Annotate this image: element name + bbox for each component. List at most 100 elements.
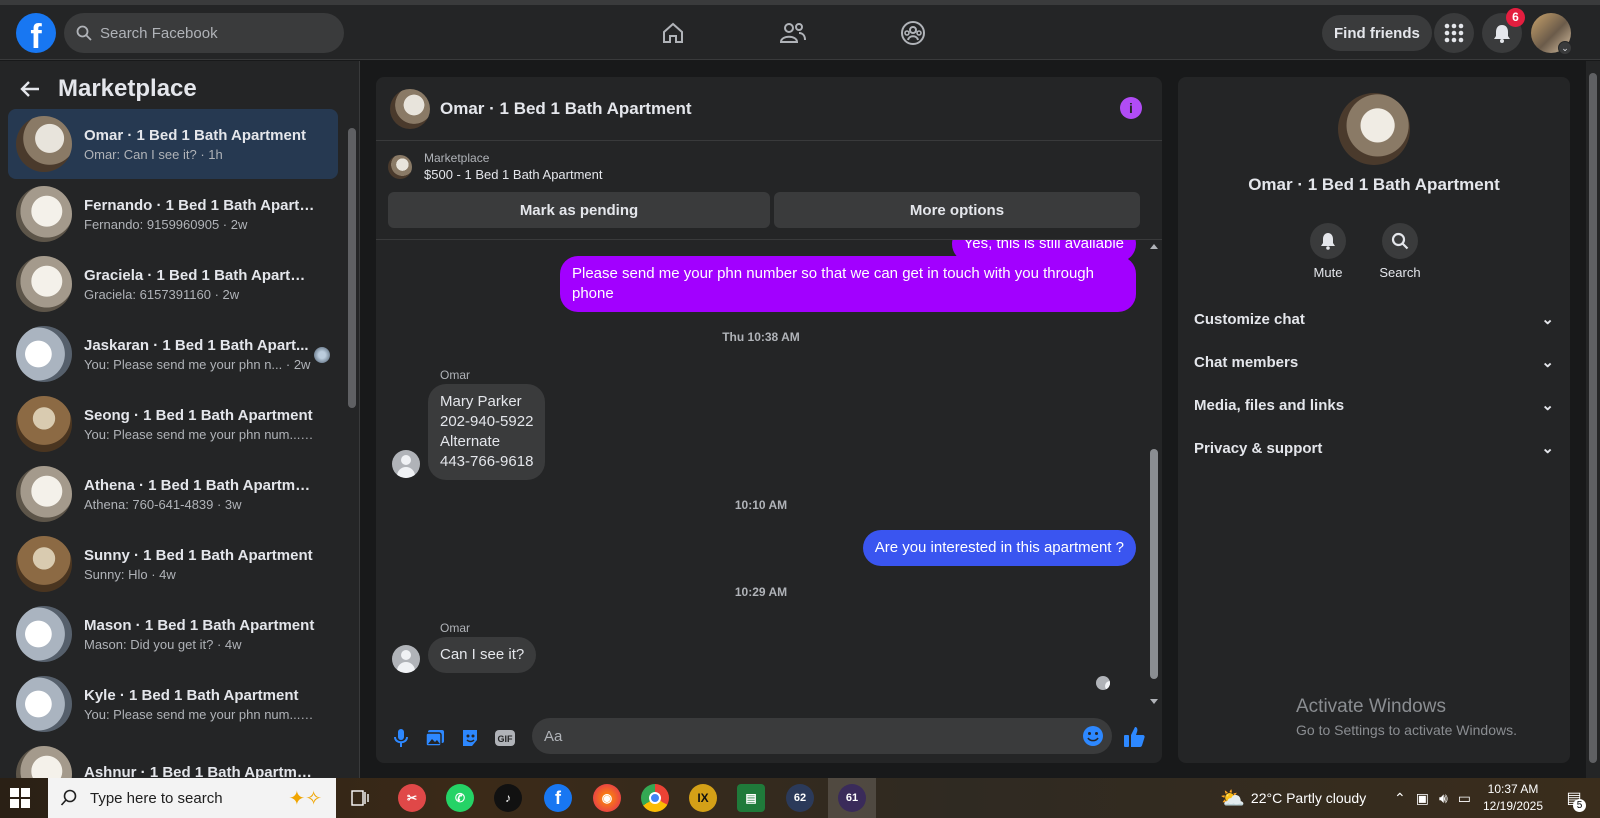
menu-grid-icon[interactable] — [1434, 13, 1474, 53]
message-line: 202-940-5922 — [440, 413, 534, 430]
search-icon — [76, 25, 92, 41]
conversation-preview: Fernando: 9159960905 · 2w — [84, 216, 248, 232]
conversation-item[interactable]: Athena · 1 Bed 1 Bath Apartment Athena: 7… — [8, 459, 338, 529]
scroll-down-arrow-icon[interactable] — [1148, 697, 1160, 707]
conversation-item[interactable]: Jaskaran · 1 Bed 1 Bath Apart... You: Ple… — [8, 319, 338, 389]
photo-icon[interactable] — [424, 727, 446, 749]
marketplace-label: Marketplace — [424, 151, 490, 165]
conversation-item[interactable]: Kyle · 1 Bed 1 Bath Apartment You: Please… — [8, 669, 338, 739]
timestamp: 10:29 AM — [734, 585, 788, 599]
app-ix-icon[interactable]: IX — [689, 784, 717, 812]
scrollbar-thumb[interactable] — [1589, 73, 1597, 763]
taskbar-search-input[interactable]: Type here to search ✦✧ — [48, 778, 336, 818]
page-scrollbar[interactable] — [1586, 61, 1600, 778]
sender-name: Omar — [440, 621, 470, 635]
system-clock[interactable]: 10:37 AM 12/19/2025 — [1478, 781, 1548, 815]
firefox-icon[interactable]: ◉ — [593, 784, 621, 812]
privacy-support-section[interactable]: Privacy & support ⌄ — [1194, 428, 1554, 468]
whatsapp-icon[interactable]: ✆ — [446, 784, 474, 812]
spreadsheet-app-icon[interactable]: ▤ — [737, 784, 765, 812]
windows-taskbar: Type here to search ✦✧ ✂ ✆ ♪ f ◉ IX ▤ 62… — [0, 778, 1600, 818]
outgoing-message[interactable]: Please send me your phn number so that w… — [560, 256, 1136, 312]
scroll-up-arrow-icon[interactable] — [1148, 241, 1160, 251]
app-badge-61-icon[interactable]: 61 — [838, 784, 866, 812]
message-line: Mary Parker — [440, 393, 522, 410]
outgoing-message[interactable]: Are you interested in this apartment ? — [862, 530, 1136, 566]
conversation-item[interactable]: Fernando · 1 Bed 1 Bath Apartm... Fernand… — [8, 179, 338, 249]
mute-button[interactable]: Mute — [1298, 223, 1358, 280]
sidebar-scrollbar[interactable] — [348, 60, 356, 777]
conversation-item[interactable]: Sunny · 1 Bed 1 Bath Apartment Sunny: Hlo… — [8, 529, 338, 599]
info-icon[interactable]: i — [1120, 97, 1142, 119]
sender-avatar[interactable] — [392, 645, 420, 673]
mark-pending-button[interactable]: Mark as pending — [388, 192, 770, 228]
listing-thumbnail — [16, 536, 72, 592]
incoming-message[interactable]: Mary Parker 202-940-5922 Alternate 443-7… — [428, 384, 546, 480]
message-input[interactable]: Aa — [532, 718, 1112, 754]
conversation-item[interactable]: Ashnur · 1 Bed 1 Bath Apartment — [8, 739, 338, 778]
more-options-button[interactable]: More options — [774, 192, 1140, 228]
conversation-item[interactable]: Seong · 1 Bed 1 Bath Apartment You: Pleas… — [8, 389, 338, 459]
conversation-preview: You: Please send me your phn num... · 3w — [84, 426, 316, 442]
incoming-message[interactable]: Can I see it? — [428, 637, 537, 673]
media-files-links-section[interactable]: Media, files and links ⌄ — [1194, 385, 1554, 425]
gif-icon[interactable]: GIF — [494, 727, 516, 749]
volume-icon[interactable]: 🔊︎ — [1439, 790, 1448, 807]
chat-title[interactable]: Omar · 1 Bed 1 Bath Apartment — [440, 99, 692, 119]
message-composer: GIF Aa — [376, 709, 1162, 763]
groups-icon[interactable] — [897, 17, 929, 49]
facebook-app-icon[interactable]: f — [544, 784, 572, 812]
listing-avatar[interactable] — [1338, 93, 1410, 165]
search-input[interactable]: Search Facebook — [64, 13, 344, 53]
emoji-icon[interactable] — [1082, 725, 1104, 747]
home-icon[interactable] — [657, 17, 689, 49]
sticker-icon[interactable] — [459, 727, 481, 749]
chevron-up-icon[interactable]: ⌃ — [1394, 790, 1406, 807]
conversation-name: Sunny · 1 Bed 1 Bath Apartment — [84, 546, 313, 564]
microphone-icon[interactable] — [390, 727, 412, 749]
chat-members-section[interactable]: Chat members ⌄ — [1194, 342, 1554, 382]
listing-thumbnail — [16, 396, 72, 452]
task-view-icon[interactable] — [346, 784, 374, 812]
conversation-name: Fernando · 1 Bed 1 Bath Apartm... — [84, 196, 316, 214]
conversation-name: Omar · 1 Bed 1 Bath Apartment — [84, 126, 306, 144]
tiktok-icon[interactable]: ♪ — [494, 784, 522, 812]
conversation-preview: Sunny: Hlo · 4w — [84, 566, 176, 582]
conversation-item[interactable]: Mason · 1 Bed 1 Bath Apartment Mason: Did… — [8, 599, 338, 669]
like-thumbs-up-icon[interactable] — [1122, 725, 1146, 749]
back-arrow-icon[interactable] — [20, 80, 40, 98]
conversation-name: Kyle · 1 Bed 1 Bath Apartment — [84, 686, 299, 704]
meet-now-icon[interactable]: ▣ — [1416, 790, 1429, 807]
find-friends-button[interactable]: Find friends — [1322, 15, 1432, 51]
sender-avatar[interactable] — [392, 450, 420, 478]
conversation-item[interactable]: Omar · 1 Bed 1 Bath Apartment Omar: Can I… — [8, 109, 338, 179]
chevron-down-icon: ⌄ — [1541, 354, 1554, 371]
listing-thumbnail — [16, 256, 72, 312]
chevron-down-icon[interactable]: ⌄ — [1558, 41, 1572, 55]
customize-chat-section[interactable]: Customize chat ⌄ — [1194, 299, 1554, 339]
app-badge-62-icon[interactable]: 62 — [786, 784, 814, 812]
scrollbar-thumb[interactable] — [1150, 449, 1158, 679]
chrome-icon[interactable] — [641, 784, 669, 812]
conversation-item[interactable]: Graciela · 1 Bed 1 Bath Apartment Graciel… — [8, 249, 338, 319]
notification-center-icon[interactable]: ▤ 5 — [1560, 778, 1588, 818]
chat-scrollbar[interactable] — [1148, 239, 1160, 709]
friends-icon[interactable] — [777, 17, 809, 49]
section-label: Privacy & support — [1194, 439, 1323, 457]
facebook-logo[interactable]: f — [16, 13, 56, 53]
notification-count-badge: 6 — [1506, 8, 1525, 27]
weather-widget[interactable]: ⛅ 22°C Partly cloudy — [1220, 778, 1366, 818]
chat-avatar[interactable] — [390, 88, 430, 129]
listing-price-title: $500 - 1 Bed 1 Bath Apartment — [424, 167, 603, 182]
network-icon[interactable]: ▭ — [1458, 790, 1471, 807]
marketplace-listing-bar[interactable]: Marketplace $500 - 1 Bed 1 Bath Apartmen… — [388, 151, 603, 182]
watermark-subtitle: Go to Settings to activate Windows. — [1296, 722, 1517, 738]
scrollbar-thumb[interactable] — [348, 128, 356, 408]
windows-start-icon[interactable] — [10, 788, 30, 808]
snip-app-icon[interactable]: ✂ — [398, 784, 426, 812]
clock-date: 12/19/2025 — [1482, 799, 1544, 813]
clock-time: 10:37 AM — [1487, 782, 1539, 796]
search-in-conversation-button[interactable]: Search — [1370, 223, 1430, 280]
conversation-name: Ashnur · 1 Bed 1 Bath Apartment — [84, 764, 316, 778]
listing-thumbnail — [16, 186, 72, 242]
